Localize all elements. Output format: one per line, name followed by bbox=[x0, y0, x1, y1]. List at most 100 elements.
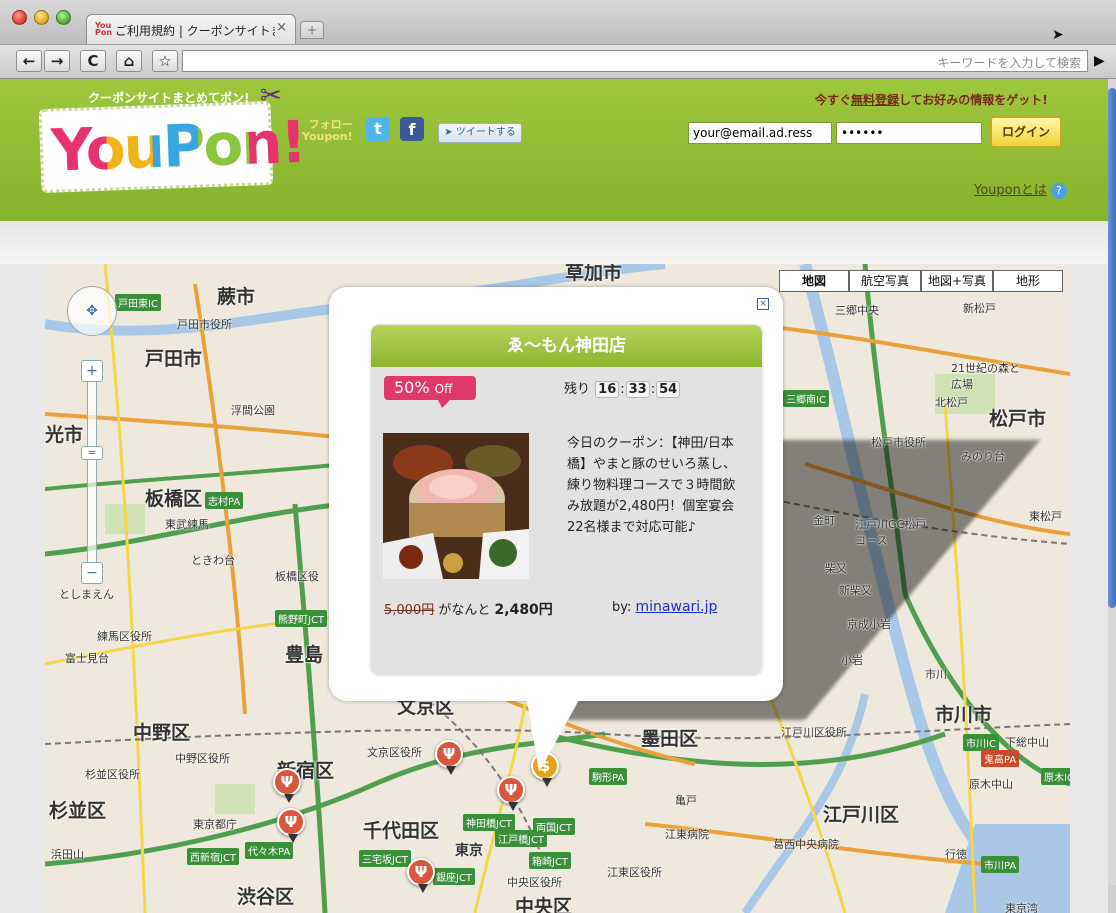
food-photo[interactable] bbox=[383, 433, 529, 579]
map-label: 江東区役所 bbox=[607, 866, 662, 879]
close-window-button[interactable] bbox=[12, 10, 27, 25]
highway-shield: 志村PA bbox=[205, 492, 244, 509]
browser-toolbar: ← → C ⌂ ☆ キーワードを入力して検索 ▶ bbox=[0, 45, 1116, 79]
scrollbar-corner bbox=[1108, 885, 1116, 913]
map-label: 柴又 bbox=[825, 562, 847, 575]
address-bar[interactable]: キーワードを入力して検索 bbox=[182, 50, 1088, 72]
map-label: 行徳 bbox=[945, 848, 967, 861]
tab-close-icon[interactable]: × bbox=[276, 20, 287, 35]
discount-badge: 50% Off bbox=[384, 376, 476, 408]
favicon-icon: You Pon bbox=[95, 21, 113, 37]
restaurant-pin-icon[interactable]: Ψ bbox=[407, 858, 435, 893]
url-input[interactable] bbox=[187, 53, 591, 71]
map-label: 中央区 bbox=[515, 896, 573, 913]
discount-percent: 50% bbox=[394, 378, 430, 397]
about-link[interactable]: Youponとは? bbox=[974, 179, 1067, 199]
shop-name[interactable]: ゑ〜もん神田店 bbox=[371, 325, 762, 367]
original-price: 5,000円 bbox=[384, 603, 435, 618]
map-label: 京成小岩 bbox=[847, 618, 891, 631]
search-placeholder: キーワードを入力して検索 bbox=[937, 56, 1081, 70]
facebook-icon[interactable]: f bbox=[400, 117, 424, 141]
site-logo[interactable]: YouPon! bbox=[38, 100, 306, 194]
map-label: 中野区役所 bbox=[175, 752, 230, 765]
highway-shield: 鬼高PA bbox=[981, 750, 1020, 767]
highway-shield: 三宅坂JCT bbox=[359, 850, 412, 867]
map-label: 東武練馬 bbox=[165, 518, 209, 531]
price-connector: がなんと bbox=[438, 603, 491, 618]
zoom-in-button[interactable]: + bbox=[81, 360, 103, 382]
food-photo-art bbox=[383, 433, 529, 579]
map-label: 江戸川GC松戸コース bbox=[855, 518, 927, 547]
map-label: 三郷中央 bbox=[835, 304, 879, 317]
map-label: 戸田市 bbox=[145, 348, 203, 370]
map-label: 草加市 bbox=[565, 264, 623, 284]
info-window-close-icon[interactable]: × bbox=[757, 298, 769, 310]
twitter-icon[interactable]: t bbox=[366, 117, 390, 141]
highway-shield: 市川IC bbox=[963, 734, 999, 751]
signup-link[interactable]: 無料登録 bbox=[851, 93, 899, 107]
restaurant-pin-icon[interactable]: Ψ bbox=[277, 808, 305, 843]
timer-minutes: 33 bbox=[625, 381, 650, 398]
password-field[interactable] bbox=[836, 122, 982, 144]
maptype-hybrid[interactable]: 地図+写真 bbox=[921, 270, 993, 292]
map-label: 江戸川区 bbox=[823, 804, 900, 826]
pan-control[interactable]: ✥ bbox=[67, 286, 117, 336]
minimize-window-button[interactable] bbox=[34, 10, 49, 25]
map-label: 市川市 bbox=[935, 704, 993, 726]
map-label: 小岩 bbox=[841, 654, 863, 667]
maptype-terrain[interactable]: 地形 bbox=[993, 270, 1063, 292]
page-scrollbar-thumb[interactable] bbox=[1108, 88, 1116, 608]
map-label: 葛西中央病院 bbox=[773, 838, 839, 851]
map-label: 松戸市役所 bbox=[871, 436, 926, 449]
home-button[interactable]: ⌂ bbox=[116, 50, 142, 72]
bookmark-button[interactable]: ☆ bbox=[152, 50, 178, 72]
map-label: 中央区役所 bbox=[507, 876, 562, 889]
map-label: 豊島 bbox=[285, 644, 324, 666]
zoom-out-button[interactable]: − bbox=[81, 562, 103, 584]
map-label: 戸田市役所 bbox=[177, 318, 232, 331]
back-button[interactable]: ← bbox=[16, 50, 42, 72]
highway-shield: 原木IC bbox=[1041, 768, 1070, 785]
zoom-slider-thumb[interactable]: = bbox=[81, 446, 103, 460]
map-label: 新松戸 bbox=[963, 302, 996, 315]
timer-separator: : bbox=[620, 382, 625, 397]
zoom-slider-track[interactable] bbox=[87, 372, 97, 584]
map-label: 中野区 bbox=[133, 722, 191, 744]
logo-text: YouPon! bbox=[50, 107, 306, 186]
maptype-map[interactable]: 地図 bbox=[779, 270, 849, 292]
new-tab-button[interactable]: + bbox=[300, 21, 324, 39]
source-link[interactable]: minawari.jp bbox=[636, 599, 718, 615]
browser-tab[interactable]: You Pon ご利用規約 | クーポンサイトまとめて × bbox=[86, 14, 296, 44]
go-icon[interactable]: ▶ bbox=[1094, 53, 1105, 69]
map-label: 板橋区役 bbox=[275, 570, 319, 583]
about-link-label: Youponとは bbox=[974, 183, 1047, 198]
maptype-satellite[interactable]: 航空写真 bbox=[849, 270, 921, 292]
map-label: 墨田区 bbox=[641, 728, 699, 750]
map-label: 21世紀の森と広場 bbox=[951, 362, 1020, 391]
map-label: 東京 bbox=[455, 843, 483, 859]
timer-seconds: 54 bbox=[656, 381, 681, 398]
site-header: クーポンサイトまとめてポン! ✂ YouPon! フォロー Youpon! t … bbox=[0, 79, 1108, 221]
forward-button[interactable]: → bbox=[44, 50, 70, 72]
map-label: 渋谷区 bbox=[237, 886, 295, 908]
map-label: 富士見台 bbox=[65, 652, 109, 665]
highway-shield: 駒形PA bbox=[589, 768, 628, 785]
discount-word: Off bbox=[434, 382, 453, 396]
map-label: 北松戸 bbox=[935, 396, 968, 409]
map-label: 千代田区 bbox=[363, 820, 440, 842]
map-label: 杉並区役所 bbox=[85, 768, 140, 781]
restaurant-pin-icon[interactable]: Ψ bbox=[497, 776, 525, 811]
restaurant-pin-icon[interactable]: Ψ bbox=[435, 740, 463, 775]
restaurant-pin-icon[interactable]: Ψ bbox=[273, 768, 301, 803]
signup-prefix: 今すぐ bbox=[815, 93, 852, 107]
login-button[interactable]: ログイン bbox=[990, 116, 1062, 148]
map-label: 板橋区 bbox=[145, 488, 203, 510]
map-label: 文京区役所 bbox=[367, 746, 422, 759]
source-by-label: by: bbox=[612, 600, 632, 615]
signup-promo: 今すぐ無料登録してお好みの情報をゲット! bbox=[815, 91, 1048, 108]
email-field[interactable] bbox=[688, 122, 832, 144]
map-label: 下総中山 bbox=[1005, 736, 1049, 749]
reload-button[interactable]: C bbox=[80, 50, 106, 72]
tweet-button[interactable]: ➤ ツイートする bbox=[438, 123, 522, 143]
zoom-window-button[interactable] bbox=[56, 10, 71, 25]
